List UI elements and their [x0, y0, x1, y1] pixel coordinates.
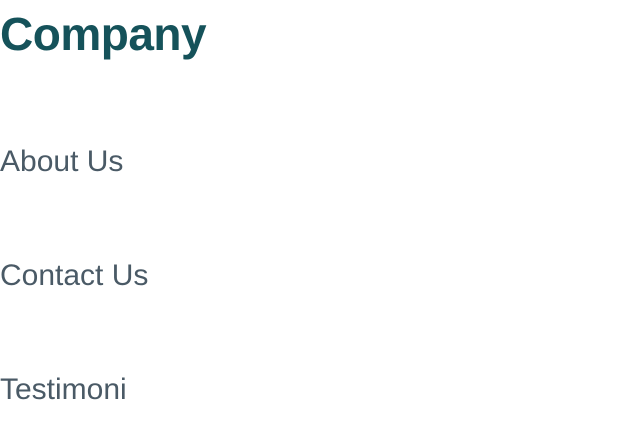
- company-footer-column: Company About Us Contact Us Testimoni: [0, 0, 628, 424]
- testimoni-link[interactable]: Testimoni: [0, 370, 127, 410]
- contact-us-link[interactable]: Contact Us: [0, 256, 148, 296]
- about-us-link[interactable]: About Us: [0, 142, 123, 182]
- company-heading: Company: [0, 8, 207, 60]
